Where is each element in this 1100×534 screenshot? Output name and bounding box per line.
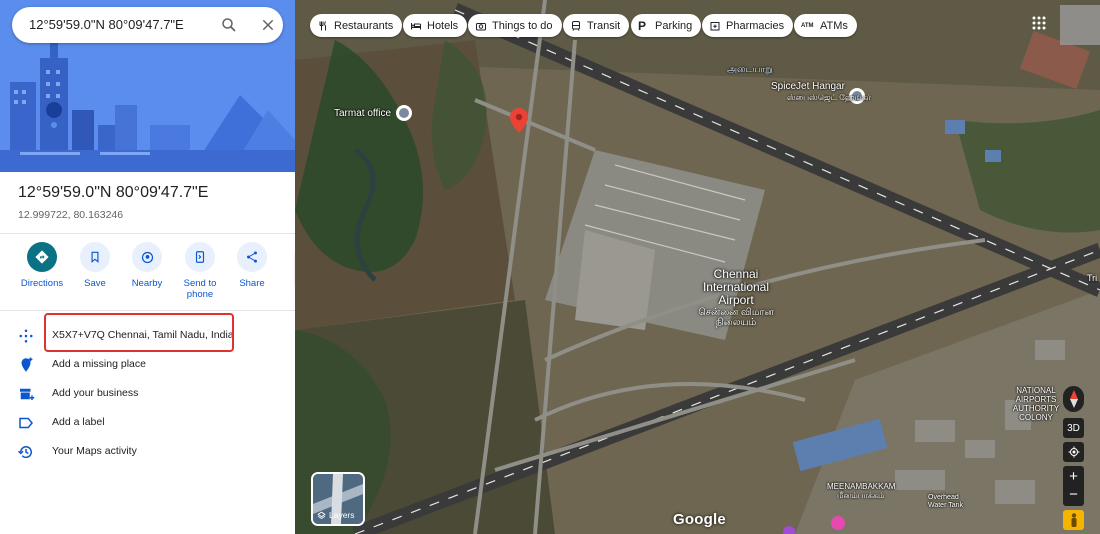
chip-restaurants-label: Restaurants [334, 19, 394, 32]
chip-pharmacies-label: Pharmacies [726, 19, 785, 32]
my-location-button[interactable] [1063, 442, 1084, 462]
transit-icon [572, 20, 580, 31]
pharmacy-icon [710, 21, 720, 30]
atm-icon: ATM [801, 22, 814, 29]
search-box[interactable]: 12°59'59.0"N 80°09'47.7"E [12, 7, 283, 43]
satellite-map[interactable]: Restaurants Hotels Things to do Transit … [295, 0, 1100, 534]
camera-icon [476, 22, 486, 30]
chip-things-to-do-label: Things to do [492, 19, 553, 32]
layers-icon [317, 511, 326, 519]
add-business-text: Add your business [52, 387, 139, 399]
divider [0, 233, 295, 234]
share-label: Share [239, 278, 265, 289]
airport-label[interactable]: Chennai International Airport சென்னை விம… [686, 268, 786, 328]
place-title: 12°59'59.0"N 80°09'47.7"E [18, 184, 209, 201]
send-to-phone-label: Send to phone [183, 278, 217, 300]
add-business-row[interactable]: Add your business [0, 382, 295, 406]
nearby-icon [141, 251, 153, 263]
close-icon[interactable] [260, 17, 276, 33]
meenambakkam-label: MEENAMBAKKAM [827, 482, 896, 491]
spicejet-hangar-tamil-label: ஸ்பைஸ்ஜெட் ஹேங்கர் [787, 93, 871, 102]
naac-colony-label: NATIONAL AIRPORTS AUTHORITY COLONY [1012, 386, 1060, 422]
google-logo: Google [673, 511, 726, 528]
add-missing-place-text: Add a missing place [52, 358, 146, 370]
compass-button[interactable] [1063, 386, 1084, 412]
3d-label: 3D [1067, 422, 1080, 434]
overhead-tank-label: Overhead Water Tank [928, 494, 964, 509]
share-icon [247, 251, 257, 263]
search-input[interactable]: 12°59'59.0"N 80°09'47.7"E [29, 17, 184, 32]
3d-toggle-button[interactable]: 3D [1063, 418, 1084, 438]
nearby-label: Nearby [131, 278, 163, 289]
share-button[interactable]: Share [222, 242, 282, 289]
directions-button[interactable]: Directions [12, 242, 72, 289]
history-icon [17, 446, 32, 459]
poi-marker[interactable] [831, 516, 845, 530]
hotel-icon [411, 22, 421, 29]
meenambakkam-tamil-label: மீனம்பாக்கம் [837, 491, 885, 500]
bookmark-icon [91, 251, 99, 263]
plus-code-icon [19, 329, 33, 343]
spicejet-hangar-label[interactable]: SpiceJet Hangar [771, 81, 845, 92]
add-label-row[interactable]: Add a label [0, 411, 295, 435]
zoom-in-button[interactable]: + [1069, 468, 1078, 486]
nearby-button[interactable]: Nearby [117, 242, 177, 289]
chip-transit[interactable]: Transit [563, 14, 630, 37]
divider [0, 310, 295, 311]
save-label: Save [84, 278, 106, 289]
chip-parking[interactable]: P Parking [631, 14, 702, 37]
send-to-phone-icon [195, 251, 205, 263]
layers-label: Layers [317, 510, 355, 520]
directions-label: Directions [20, 278, 64, 289]
search-icon[interactable] [220, 16, 238, 34]
add-business-icon [20, 388, 35, 400]
tarmat-office-label[interactable]: Tarmat office [334, 108, 391, 119]
add-place-icon [21, 357, 33, 372]
add-label-text: Add a label [52, 416, 105, 428]
compass-icon [1069, 390, 1078, 408]
chip-atms[interactable]: ATM ATMs [794, 14, 857, 37]
chip-restaurants[interactable]: Restaurants [310, 14, 403, 37]
layers-button[interactable]: Layers [311, 472, 365, 526]
side-panel: 12°59'59.0"N 80°09'47.7"E 12°59'59.0"N 8… [0, 0, 295, 534]
river-label: அடையாறு [727, 64, 773, 74]
parking-icon: P [638, 18, 647, 33]
chip-atms-label: ATMs [820, 19, 848, 32]
airport-label-line1: Chennai [713, 267, 759, 281]
place-decimal-coordinates: 12.999722, 80.163246 [18, 209, 124, 221]
maps-activity-text: Your Maps activity [52, 445, 137, 457]
maps-activity-row[interactable]: Your Maps activity [0, 440, 295, 464]
chip-pharmacies[interactable]: Pharmacies [702, 14, 794, 37]
airport-label-line3: Airport [718, 293, 754, 307]
highlight-box [44, 313, 234, 352]
restaurant-icon [319, 20, 326, 30]
add-missing-place-row[interactable]: Add a missing place [0, 353, 295, 377]
chip-transit-label: Transit [587, 19, 621, 32]
chip-things-to-do[interactable]: Things to do [468, 14, 562, 37]
satellite-imagery [295, 0, 1100, 534]
chip-parking-label: Parking [655, 19, 693, 32]
airport-tamil-label: சென்னை விமான நிலையம் [698, 307, 774, 328]
cut-off-label: Tri [1087, 273, 1098, 283]
my-location-icon [1068, 446, 1079, 458]
label-icon [19, 417, 33, 429]
directions-icon [35, 250, 49, 264]
airport-label-line2: International [702, 280, 770, 294]
send-to-phone-button[interactable]: Send to phone [170, 242, 230, 300]
pegman-button[interactable] [1063, 510, 1084, 530]
pegman-icon [1071, 513, 1076, 527]
zoom-controls: + − [1063, 466, 1084, 506]
apps-grid-icon[interactable] [1032, 16, 1046, 30]
chip-hotels-label: Hotels [427, 19, 459, 32]
chip-hotels[interactable]: Hotels [403, 14, 468, 37]
zoom-out-button[interactable]: − [1069, 486, 1078, 504]
save-button[interactable]: Save [65, 242, 125, 289]
